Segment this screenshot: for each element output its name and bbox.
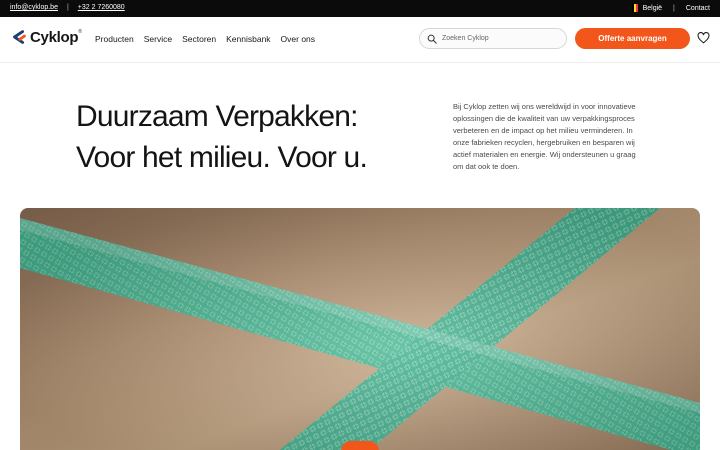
nav-item-producten[interactable]: Producten [95,34,134,44]
cyklop-logo-icon [13,30,26,44]
search-placeholder: Zoeken Cyklop [442,35,489,42]
divider: | [673,4,675,12]
logo[interactable]: Cyklop ® [10,28,82,46]
contact-link[interactable]: Contact [686,5,710,12]
quote-request-button[interactable]: Offerte aanvragen [575,28,690,49]
search-icon [427,34,437,44]
phone-link[interactable]: +32 2 7260080 [78,4,125,11]
country-selector[interactable]: België [643,5,662,12]
search-input[interactable]: Zoeken Cyklop [419,28,567,49]
heart-icon[interactable] [697,32,710,44]
scroll-down-button[interactable] [341,441,379,450]
nav-item-sectoren[interactable]: Sectoren [182,34,216,44]
belgium-flag-icon [631,4,638,12]
headline-line-2: Voor het milieu. Voor u. [76,141,368,174]
email-link[interactable]: info@cyklop.be [10,4,58,11]
divider: | [66,4,69,11]
nav-item-kennisbank[interactable]: Kennisbank [226,34,270,44]
top-bar: info@cyklop.be | +32 2 7260080 België | … [0,0,720,17]
page-title: Duurzaam Verpakken: Voor het milieu. Voo… [76,96,368,178]
registered-mark: ® [78,29,82,35]
nav-item-service[interactable]: Service [144,34,172,44]
main-header: Cyklop ® Producten Service Sectoren Kenn… [0,17,720,63]
intro-paragraph: Bij Cyklop zetten wij ons wereldwijd in … [453,102,636,172]
nav-item-over-ons[interactable]: Over ons [281,34,316,44]
main-nav: Producten Service Sectoren Kennisbank Ov… [95,34,325,44]
headline-line-1: Duurzaam Verpakken: [76,100,358,133]
hero-image [20,208,700,450]
logo-text: Cyklop [30,28,79,46]
